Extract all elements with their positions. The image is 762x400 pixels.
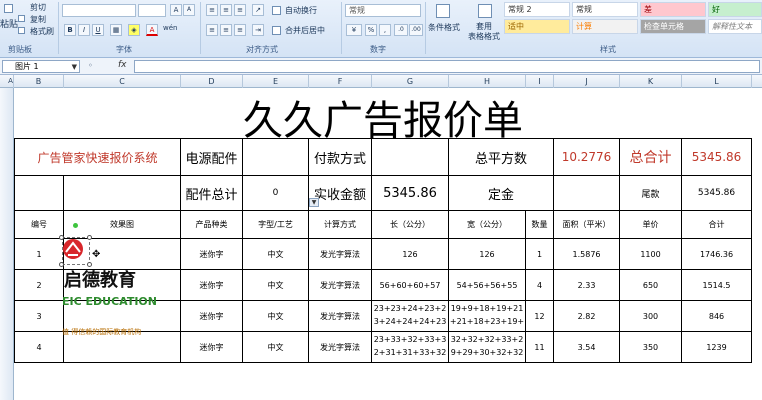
resize-handle[interactable] [87, 262, 92, 267]
rotation-handle[interactable] [73, 223, 78, 228]
table-cell-method[interactable]: 发光字算法 [309, 301, 372, 332]
table-header-cell[interactable]: 合计 [682, 211, 752, 239]
table-header-cell[interactable]: 面积（平米） [554, 211, 620, 239]
table-cell-font[interactable]: 中文 [243, 239, 309, 270]
table-cell-product[interactable]: 迷你字 [181, 239, 243, 270]
logo-english-name: EIC EDUCATION [62, 295, 157, 308]
chevron-down-icon[interactable]: ▼ [309, 198, 319, 207]
table-cell-length[interactable]: 126 [372, 239, 449, 270]
table-cell-qty[interactable]: 12 [526, 301, 554, 332]
table-cell-font[interactable]: 中文 [243, 301, 309, 332]
table-cell-product[interactable]: 迷你字 [181, 332, 243, 363]
table-cell-width[interactable]: 126 [449, 239, 526, 270]
eic-logo-mark-icon [63, 239, 83, 259]
parts-total-label-cell[interactable]: 配件总计 [181, 176, 243, 211]
logo-tagline: 值 得信赖的国际教育机构 [62, 328, 142, 336]
received-value-cell[interactable]: 5345.86 [372, 176, 449, 211]
table-cell-area[interactable]: 3.54 [554, 332, 620, 363]
table-cell-method[interactable]: 发光字算法 [309, 270, 372, 301]
table-cell-length[interactable]: 23+33+32+33+32+31+31+33+32+33+ [372, 332, 449, 363]
resize-handle[interactable] [59, 262, 64, 267]
table-cell-width[interactable]: 54+56+56+55 [449, 270, 526, 301]
logo-chinese-name: 启德教育 [64, 270, 136, 291]
table-cell-price[interactable]: 350 [620, 332, 682, 363]
table-cell-no[interactable]: 3 [14, 301, 64, 332]
blank-cell[interactable] [64, 176, 181, 211]
move-cursor-icon: ✥ [92, 249, 101, 260]
blank-cell[interactable] [14, 176, 64, 211]
table-cell-length[interactable]: 56+60+60+57 [372, 270, 449, 301]
table-cell-price[interactable]: 300 [620, 301, 682, 332]
worksheet: 久久广告报价单 广告管家快速报价系统 电源配件 付款方式 总平方数 10.277… [0, 0, 762, 400]
eic-logo-image[interactable]: 启德教育 EIC EDUCATION 值 得信赖的国际教育机构 [62, 238, 167, 342]
table-cell-qty[interactable]: 4 [526, 270, 554, 301]
parts-total-value-cell[interactable]: 0 [243, 176, 309, 211]
table-header-cell[interactable]: 数量 [526, 211, 554, 239]
table-cell-product[interactable]: 迷你字 [181, 301, 243, 332]
table-cell-qty[interactable]: 11 [526, 332, 554, 363]
table-cell-area[interactable]: 1.5876 [554, 239, 620, 270]
table-header-cell[interactable]: 效果图 [64, 211, 181, 239]
table-header-cell[interactable]: 产品种类 [181, 211, 243, 239]
total-area-value-cell[interactable]: 10.2776 [554, 138, 620, 176]
table-header-cell[interactable]: 单价 [620, 211, 682, 239]
system-name-cell[interactable]: 广告管家快速报价系统 [14, 138, 181, 176]
table-header-cell[interactable]: 字型/工艺 [243, 211, 309, 239]
payment-label-cell[interactable]: 付款方式 [309, 138, 372, 176]
table-header-cell[interactable]: 计算方式 [309, 211, 372, 239]
deposit-value-cell[interactable] [554, 176, 620, 211]
table-cell-price[interactable]: 1100 [620, 239, 682, 270]
table-cell-method[interactable]: 发光字算法 [309, 332, 372, 363]
table-cell-no[interactable]: 2 [14, 270, 64, 301]
power-parts-label-cell[interactable]: 电源配件 [181, 138, 243, 176]
table-cell-total[interactable]: 846 [682, 301, 752, 332]
resize-handle[interactable] [87, 235, 92, 240]
grand-total-label-cell[interactable]: 总合计 [620, 138, 682, 176]
table-cell-qty[interactable]: 1 [526, 239, 554, 270]
table-cell-font[interactable]: 中文 [243, 270, 309, 301]
table-header-cell[interactable]: 宽（公分） [449, 211, 526, 239]
table-cell-width[interactable]: 32+32+32+33+29+29+30+32+32+32+ [449, 332, 526, 363]
table-cell-price[interactable]: 650 [620, 270, 682, 301]
balance-value-cell[interactable]: 5345.86 [682, 176, 752, 211]
table-header-cell[interactable]: 长（公分） [372, 211, 449, 239]
table-cell-area[interactable]: 2.82 [554, 301, 620, 332]
table-header-cell[interactable]: 编号 [14, 211, 64, 239]
table-cell-product[interactable]: 迷你字 [181, 270, 243, 301]
table-cell-length[interactable]: 23+23+24+23+23+24+24+24+23+23+23+ [372, 301, 449, 332]
table-cell-font[interactable]: 中文 [243, 332, 309, 363]
excel-window: 粘贴 剪切 复制 格式刷 剪贴板 A A B I U ▦ ◈ A wén 字体 … [0, 0, 762, 400]
table-cell-total[interactable]: 1746.36 [682, 239, 752, 270]
table-cell-area[interactable]: 2.33 [554, 270, 620, 301]
table-cell-total[interactable]: 1514.5 [682, 270, 752, 301]
deposit-label-cell[interactable]: 定金 [449, 176, 554, 211]
payment-value-cell[interactable] [372, 138, 449, 176]
power-parts-value-cell[interactable] [243, 138, 309, 176]
total-area-label-cell[interactable]: 总平方数 [449, 138, 554, 176]
table-cell-width[interactable]: 19+9+18+19+21+21+18+23+19+22+2 [449, 301, 526, 332]
table-cell-no[interactable]: 1 [14, 239, 64, 270]
table-cell-total[interactable]: 1239 [682, 332, 752, 363]
grand-total-value-cell[interactable]: 5345.86 [682, 138, 752, 176]
table-cell-no[interactable]: 4 [14, 332, 64, 363]
resize-handle[interactable] [59, 235, 64, 240]
table-cell-method[interactable]: 发光字算法 [309, 239, 372, 270]
balance-label-cell[interactable]: 尾款 [620, 176, 682, 211]
